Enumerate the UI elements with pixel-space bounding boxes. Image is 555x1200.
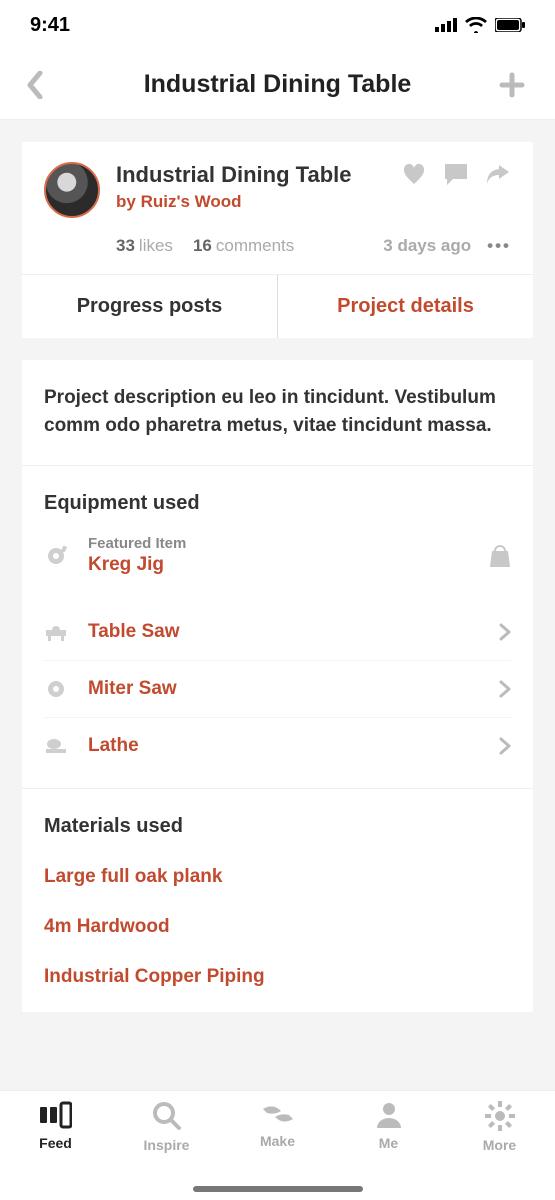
bottom-nav: Feed Inspire Make Me More xyxy=(0,1090,555,1200)
material-row[interactable]: 4m Hardwood xyxy=(44,902,511,952)
post-meta: 33likes 16comments 3 days ago ••• xyxy=(22,230,533,274)
tab-progress-posts[interactable]: Progress posts xyxy=(22,275,278,338)
status-bar: 9:41 xyxy=(0,0,555,50)
equipment-heading: Equipment used xyxy=(44,492,511,515)
wifi-icon xyxy=(465,17,487,33)
chevron-right-icon xyxy=(499,623,511,641)
project-description: Project description eu leo in tincidunt.… xyxy=(44,384,511,439)
battery-icon xyxy=(495,18,525,32)
avatar[interactable] xyxy=(44,162,100,218)
page-title: Industrial Dining Table xyxy=(56,70,499,99)
status-time: 9:41 xyxy=(30,14,70,37)
back-button[interactable] xyxy=(26,71,56,99)
share-icon[interactable] xyxy=(485,162,511,186)
chevron-right-icon xyxy=(499,737,511,755)
chevron-right-icon xyxy=(499,680,511,698)
material-row[interactable]: Industrial Copper Piping xyxy=(44,952,511,1002)
comment-icon[interactable] xyxy=(443,162,469,186)
featured-equipment-row[interactable]: Featured Item Kreg Jig xyxy=(44,529,511,590)
nav-bar: Industrial Dining Table xyxy=(0,50,555,120)
add-button[interactable] xyxy=(499,72,529,98)
equipment-row[interactable]: Table Saw xyxy=(44,604,511,660)
tab-project-details[interactable]: Project details xyxy=(278,275,533,338)
post-author-link[interactable]: by Ruiz's Wood xyxy=(116,192,401,212)
equipment-row[interactable]: Lathe xyxy=(44,717,511,774)
feed-icon xyxy=(40,1101,72,1129)
nav-more[interactable]: More xyxy=(444,1101,555,1200)
status-indicators xyxy=(435,17,525,33)
lathe-icon xyxy=(44,734,74,758)
material-row[interactable]: Large full oak plank xyxy=(44,852,511,902)
search-icon xyxy=(152,1101,182,1131)
materials-heading: Materials used xyxy=(44,815,511,838)
miter-saw-icon xyxy=(44,677,74,701)
like-icon[interactable] xyxy=(401,162,427,186)
post-title: Industrial Dining Table xyxy=(116,162,401,188)
cellular-icon xyxy=(435,18,457,32)
tool-icon xyxy=(44,544,74,568)
shopping-bag-icon[interactable] xyxy=(489,544,511,568)
tab-bar: Progress posts Project details xyxy=(22,274,533,338)
details-section: Project description eu leo in tincidunt.… xyxy=(22,360,533,1012)
gear-icon xyxy=(485,1101,515,1131)
featured-equipment-name: Kreg Jig xyxy=(88,554,489,576)
post-card: Industrial Dining Table by Ruiz's Wood xyxy=(22,142,533,338)
make-icon xyxy=(261,1101,295,1127)
person-icon xyxy=(375,1101,403,1129)
equipment-row[interactable]: Miter Saw xyxy=(44,660,511,717)
table-saw-icon xyxy=(44,620,74,644)
timestamp: 3 days ago xyxy=(383,236,471,256)
featured-label: Featured Item xyxy=(88,535,489,552)
nav-feed[interactable]: Feed xyxy=(0,1101,111,1200)
more-options-button[interactable]: ••• xyxy=(487,236,511,256)
home-indicator xyxy=(193,1186,363,1192)
